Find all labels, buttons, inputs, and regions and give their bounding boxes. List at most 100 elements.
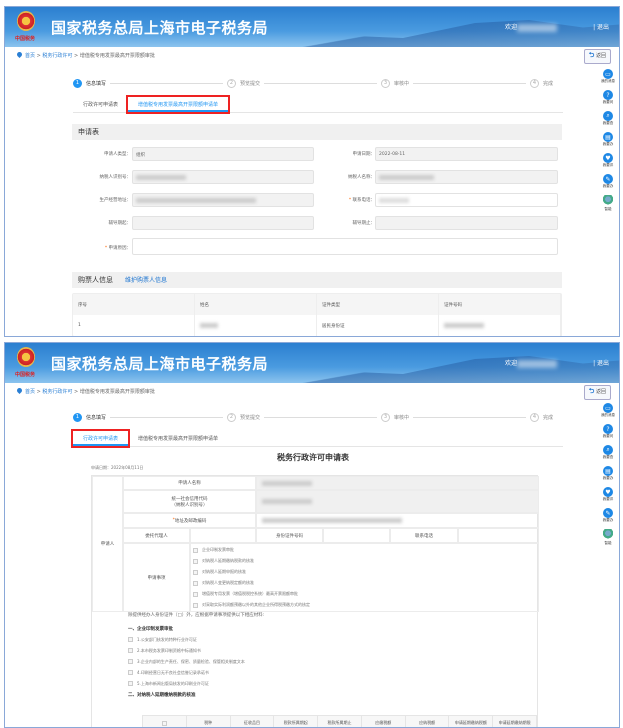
site-title: 国家税务总局上海市电子税务局 bbox=[51, 355, 269, 373]
sidebar-ask[interactable]: ? 我要问 bbox=[603, 424, 613, 439]
sidebar-handle[interactable]: ▤ 我要办 bbox=[603, 466, 613, 481]
label-address: 生产经营地址： bbox=[99, 198, 132, 203]
question-icon: ? bbox=[603, 90, 613, 100]
checkbox-icon bbox=[193, 602, 198, 608]
sidebar-search[interactable]: ⌕ 我要查 bbox=[602, 111, 614, 126]
sidebar-edit[interactable]: ✎ 我要办 bbox=[603, 508, 613, 523]
maintain-buyer-link[interactable]: 维护购票人信息 bbox=[125, 277, 167, 284]
id-number-input[interactable] bbox=[323, 528, 390, 543]
logout-link[interactable]: | 退出 bbox=[593, 358, 609, 367]
material-checkbox[interactable]: 3.企业内部的生产责任、保密、质量检验、保管相关制度文本 bbox=[128, 656, 538, 667]
screenshot-panel-top: 中国税务 国家税务总局上海市电子税务局 欢迎 | 退出 首页 > 税务行政许可 … bbox=[4, 6, 620, 337]
material-checkbox[interactable]: 1.公安部门核发的特种行业许可证 bbox=[128, 634, 538, 645]
sidebar-label: 我要查 bbox=[602, 121, 614, 125]
label-phone: * 联系电话： bbox=[315, 197, 375, 203]
breadcrumb-sep: > bbox=[74, 53, 79, 59]
step-label: 预览提交 bbox=[240, 414, 261, 421]
step-1: 1 信息填写 bbox=[73, 412, 106, 422]
label-phone-text: 联系电话： bbox=[352, 198, 376, 203]
label-id-number: 身份证件号码 bbox=[256, 528, 323, 543]
question-icon: ? bbox=[603, 424, 613, 434]
breadcrumb-admin-permit[interactable]: 税务行政许可 bbox=[42, 389, 72, 395]
step-4: 4 完成 bbox=[530, 412, 554, 422]
address-input[interactable] bbox=[256, 513, 539, 528]
logout-link[interactable]: | 退出 bbox=[593, 22, 609, 31]
breadcrumb-home[interactable]: 首页 bbox=[25, 53, 35, 59]
breadcrumb-sep: > bbox=[36, 389, 41, 395]
step-line bbox=[264, 416, 377, 418]
tab-admin-permit-form[interactable]: 行政许可申请表 bbox=[73, 97, 128, 112]
material-label: 4.印刷经营日无不良社会信誉记录承诺书 bbox=[137, 669, 209, 675]
sidebar-ask[interactable]: ? 我要问 bbox=[603, 90, 613, 105]
phone-input[interactable] bbox=[375, 193, 558, 207]
step-number: 3 bbox=[381, 78, 390, 88]
material-checkbox[interactable]: 2.本市税务发票印制资格中标通知书 bbox=[128, 645, 538, 656]
col-deferred-deadline: 申请延期缴纳期限 bbox=[493, 716, 538, 727]
label-reason: * 申请原因： bbox=[71, 245, 131, 251]
message-icon: ▭ bbox=[603, 69, 613, 79]
step-label: 审核中 bbox=[394, 80, 410, 87]
sidebar-search[interactable]: ⌕ 我要查 bbox=[603, 445, 613, 460]
material-label: 1.公安部门核发的特种行业许可证 bbox=[137, 636, 197, 642]
matter-label: 对纳税人变更纳税定额的核准 bbox=[202, 580, 254, 585]
shield-icon: ♥ bbox=[603, 153, 613, 163]
applicant-type-field: 组织 bbox=[132, 147, 314, 161]
col-name: 姓名 bbox=[195, 294, 317, 315]
step-label: 完成 bbox=[543, 414, 554, 421]
material-label: 3.企业内部的生产责任、保密、质量检验、保管相关制度文本 bbox=[137, 658, 245, 664]
breadcrumb-admin-permit[interactable]: 税务行政许可 bbox=[42, 53, 72, 59]
reason-input[interactable] bbox=[132, 238, 558, 255]
welcome-text: 欢迎 bbox=[505, 22, 558, 32]
sidebar-handle[interactable]: ▤ 我要办 bbox=[603, 132, 613, 147]
matter-checkbox[interactable]: 对纳税人延期缴纳税款的核准 bbox=[193, 556, 254, 567]
sidebar-evaluate[interactable]: ♥ 我要评 bbox=[603, 153, 613, 168]
tab-invoice-limit-form[interactable]: 增值税专用发票最高开票限额申请单 bbox=[128, 431, 228, 446]
matter-checkbox[interactable]: 企业印制发票审批 bbox=[193, 545, 234, 556]
material-checkbox[interactable]: 5.上海市新闻出版局核发的印刷业许可证 bbox=[128, 678, 538, 689]
col-tax-type: 税种 bbox=[187, 716, 231, 727]
location-pin-icon bbox=[15, 50, 24, 59]
col-item: 征收品目 bbox=[231, 716, 275, 727]
label-apply-date: 申请日期： bbox=[352, 152, 376, 157]
select-all-checkbox[interactable] bbox=[143, 716, 187, 727]
contact-phone-input[interactable] bbox=[458, 528, 539, 543]
message-icon: ▭ bbox=[603, 403, 613, 413]
search-icon: ⌕ bbox=[603, 111, 613, 121]
sidebar-robot[interactable]: 智能 bbox=[603, 529, 613, 546]
sidebar-robot[interactable]: 智能 bbox=[603, 195, 613, 212]
label-applicant-name: 申请人名称 bbox=[123, 476, 256, 490]
sidebar-edit[interactable]: ✎ 我要办 bbox=[603, 174, 613, 189]
step-line bbox=[413, 82, 526, 84]
great-wall-banner bbox=[259, 20, 619, 47]
sidebar-my-messages[interactable]: ▭ 我的消息 bbox=[601, 69, 615, 84]
label-applicant-type: 申请人类型： bbox=[104, 152, 131, 157]
tab-admin-permit-form[interactable]: 行政许可申请表 bbox=[70, 429, 131, 448]
matter-checkbox[interactable]: 对采取实际利润额预缴以外的其他企业所得税预缴方式的核定 bbox=[193, 600, 310, 611]
matter-checkbox[interactable]: 增值税专用发票（增值税税控系统）最高开票限额审批 bbox=[193, 589, 298, 600]
back-button[interactable]: ⮌ 返回 bbox=[583, 385, 611, 400]
cell-id-type: 居民身份证 bbox=[317, 315, 439, 336]
matters-checklist: 企业印制发票审批 对纳税人延期缴纳税款的核准 对纳税人延期申报的核准 对纳税人变… bbox=[190, 543, 539, 612]
checkbox-icon bbox=[128, 681, 133, 686]
back-label: 返回 bbox=[595, 53, 606, 59]
matter-label: 增值税专用发票（增值税税控系统）最高开票限额审批 bbox=[202, 591, 298, 596]
sidebar-label: 我要评 bbox=[602, 497, 614, 501]
back-button[interactable]: ⮌ 返回 bbox=[583, 49, 611, 64]
checkbox-icon bbox=[193, 547, 198, 553]
great-wall-banner bbox=[259, 356, 619, 383]
label-coach-start: 辅导期起： bbox=[108, 221, 132, 226]
matter-checkbox[interactable]: 对纳税人变更纳税定额的核准 bbox=[193, 578, 254, 589]
material-checkbox[interactable]: 4.印刷经营日无不良社会信誉记录承诺书 bbox=[128, 667, 538, 678]
cell-index: 1 bbox=[73, 315, 195, 336]
agent-input[interactable] bbox=[190, 528, 256, 543]
sidebar-my-messages[interactable]: ▭ 我的消息 bbox=[601, 403, 615, 418]
sidebar-evaluate[interactable]: ♥ 我要评 bbox=[602, 487, 614, 502]
matter-checkbox[interactable]: 对纳税人延期申报的核准 bbox=[193, 567, 246, 578]
tab-invoice-limit-form[interactable]: 增值税专用发票最高开票限额申请单 bbox=[126, 95, 231, 114]
step-number: 4 bbox=[530, 78, 539, 88]
materials-intro: 除提供经办人身份证件（□）外，应根据申请事项提供以下相应材料: bbox=[128, 613, 265, 618]
breadcrumb: 首页 > 税务行政许可 > 增值税专用发票最高开票限额审批 bbox=[15, 386, 155, 395]
buyer-table: 序号 姓名 证件类型 证件号码 1 居民身份证 bbox=[72, 293, 562, 336]
step-number: 3 bbox=[381, 412, 390, 422]
breadcrumb-home[interactable]: 首页 bbox=[25, 389, 35, 395]
